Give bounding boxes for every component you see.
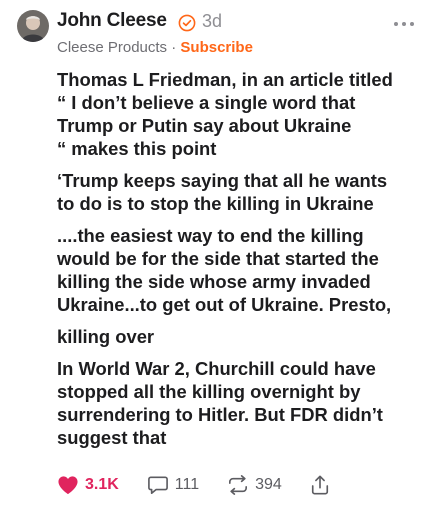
post-body: Thomas L Friedman, in an article titled … bbox=[57, 68, 419, 449]
more-dots-icon[interactable] bbox=[394, 22, 414, 27]
publication-line: Cleese Products · Subscribe bbox=[57, 39, 253, 56]
post-paragraph: killing over bbox=[57, 326, 155, 347]
subscribe-link[interactable]: Subscribe bbox=[180, 39, 253, 56]
restack-count: 394 bbox=[255, 476, 282, 493]
like-button[interactable]: 3.1K bbox=[57, 475, 119, 495]
action-bar: 3.1K 111 394 bbox=[57, 474, 364, 496]
author-name[interactable]: John Cleese bbox=[57, 10, 167, 32]
post-paragraph: In World War 2, Churchill could have sto… bbox=[57, 358, 383, 448]
post-paragraph: Thomas L Friedman, in an article titled … bbox=[57, 69, 393, 159]
heart-icon bbox=[58, 476, 78, 495]
separator-dot: · bbox=[171, 39, 177, 56]
comment-button[interactable]: 111 bbox=[147, 475, 199, 495]
share-button[interactable] bbox=[310, 475, 336, 495]
post-paragraph: ....the easiest way to end the killing w… bbox=[57, 225, 392, 315]
post-paragraph: ‘Trump keeps saying that all he wants to… bbox=[57, 170, 388, 214]
comment-count: 111 bbox=[174, 476, 200, 493]
restack-arrows-icon bbox=[229, 475, 248, 495]
publication-name[interactable]: Cleese Products bbox=[57, 39, 167, 56]
restack-button[interactable]: 394 bbox=[227, 475, 282, 495]
comment-bubble-icon bbox=[147, 476, 168, 494]
share-icon bbox=[311, 475, 328, 495]
post-timestamp: 3d bbox=[202, 11, 223, 31]
author-avatar[interactable] bbox=[17, 10, 49, 42]
like-count: 3.1K bbox=[85, 476, 119, 493]
verified-badge-icon bbox=[178, 14, 196, 32]
